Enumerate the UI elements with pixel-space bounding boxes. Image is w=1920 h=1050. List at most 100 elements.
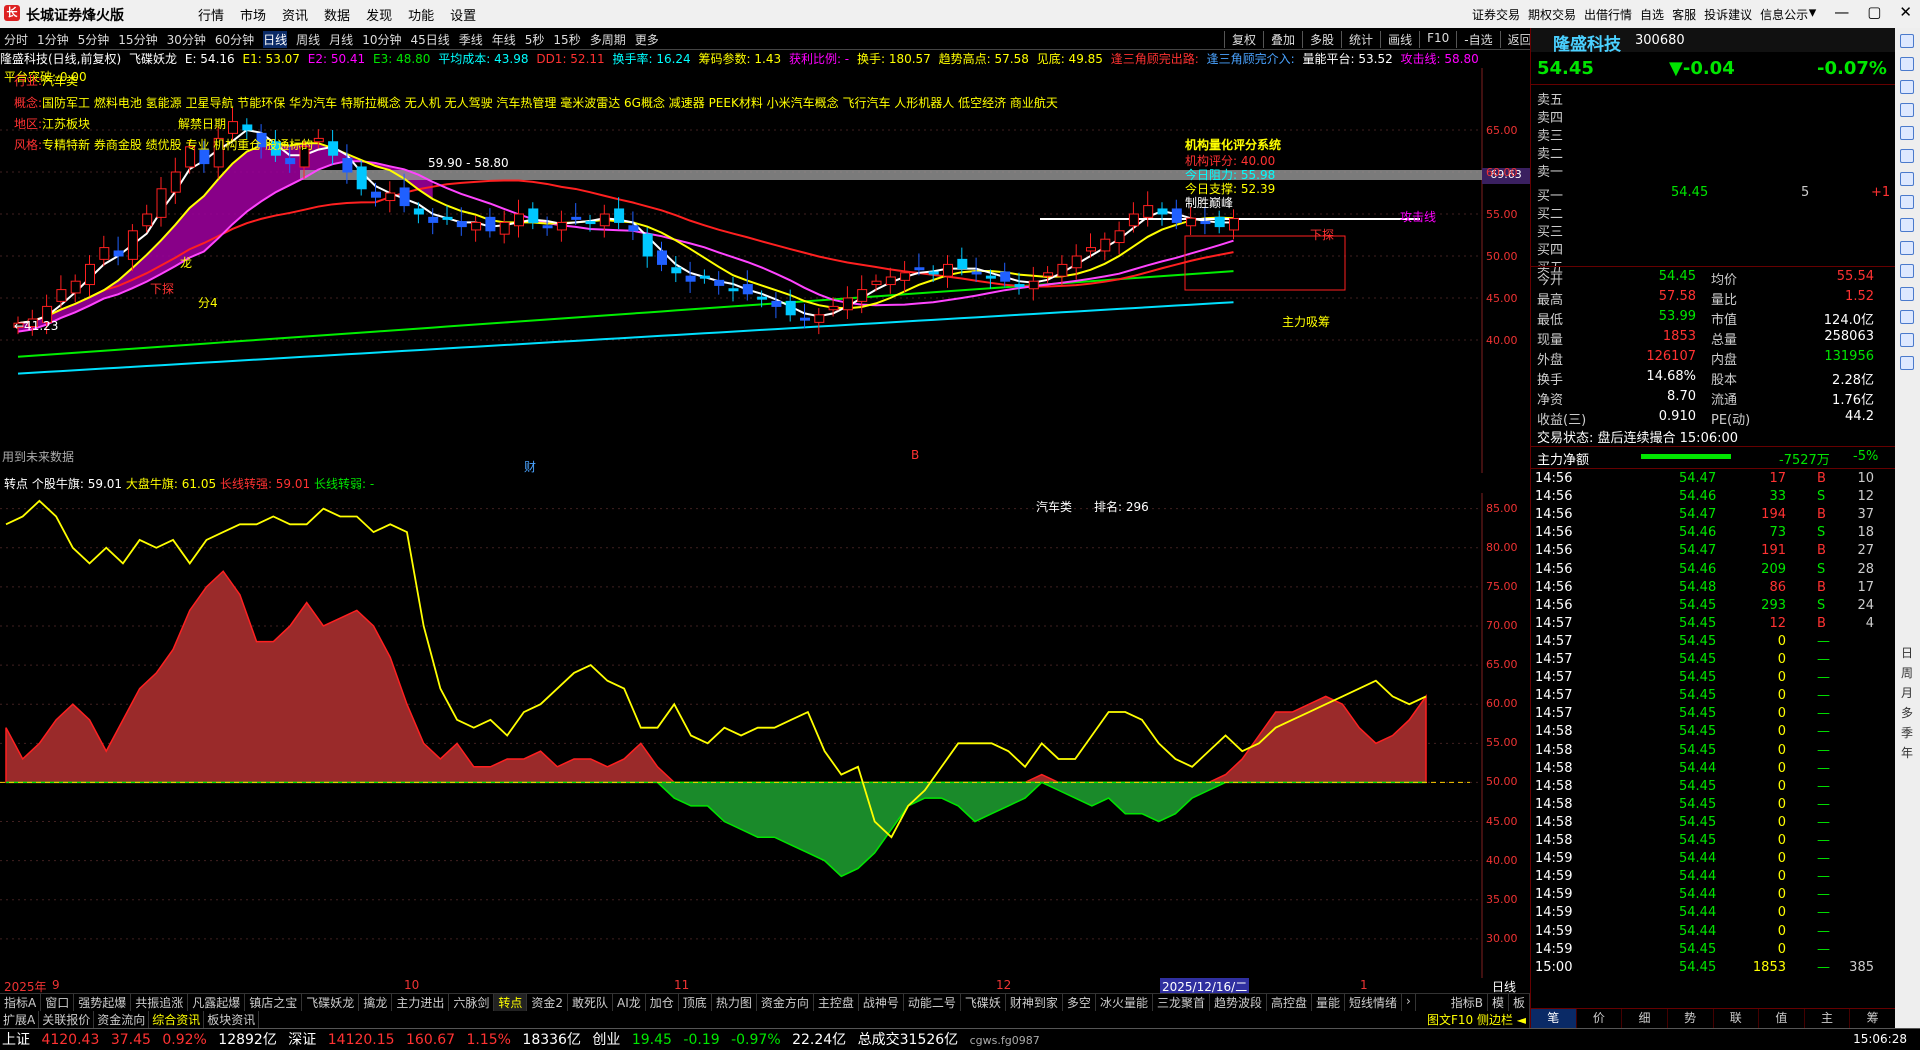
indicator-tab[interactable]: 短线情绪 xyxy=(1345,994,1403,1011)
indicator-tab-right[interactable]: 板 xyxy=(1509,994,1530,1011)
period-tab[interactable]: 10分钟 xyxy=(362,31,401,48)
chevron-up-icon[interactable] xyxy=(1900,34,1914,48)
menu-settings[interactable]: 设置 xyxy=(450,5,476,24)
period-tab[interactable]: 5秒 xyxy=(525,31,545,48)
period-tab[interactable]: 45日线 xyxy=(410,31,449,48)
menu-watchlist[interactable]: 自选 xyxy=(1640,6,1664,23)
maximize-icon[interactable]: ▢ xyxy=(1867,3,1881,21)
indicator-tab[interactable]: 指标A xyxy=(0,994,42,1011)
indicator-tab[interactable]: 资金方向 xyxy=(757,994,814,1011)
indicator-tab[interactable]: 热力图 xyxy=(712,994,757,1011)
info-icon[interactable] xyxy=(1900,172,1914,186)
period-tab[interactable]: 1分钟 xyxy=(37,31,69,48)
sidebar-toggle[interactable]: 图文F10 侧边栏 ◄ xyxy=(1424,1011,1530,1028)
sz-label[interactable]: 深证 xyxy=(288,1032,316,1048)
indicator-tab[interactable]: 主力进出 xyxy=(392,994,450,1011)
side-period-button[interactable]: 季 xyxy=(1901,724,1913,741)
detail-tab[interactable]: 细 xyxy=(1622,1009,1668,1028)
menu-data[interactable]: 数据 xyxy=(324,5,350,24)
indicator-name[interactable]: 飞碟妖龙 xyxy=(129,52,177,66)
list-icon[interactable] xyxy=(1900,103,1914,117)
chart-tool-button[interactable]: -自选 xyxy=(1456,31,1499,48)
indicator-tab[interactable]: 加仓 xyxy=(646,994,679,1011)
menu-quotes[interactable]: 行情 xyxy=(198,5,224,24)
indicator-tab[interactable]: 动能二号 xyxy=(904,994,961,1011)
close-icon[interactable]: ✕ xyxy=(1899,3,1912,21)
chart-tool-button[interactable]: F10 xyxy=(1419,31,1456,48)
side-period-button[interactable]: 年 xyxy=(1901,744,1913,761)
indicator-tab-right[interactable]: 模 xyxy=(1488,994,1509,1011)
chart-tool-button[interactable]: 统计 xyxy=(1341,31,1380,48)
menu-service[interactable]: 客服 xyxy=(1672,6,1696,23)
arrow-icon[interactable] xyxy=(1900,356,1914,370)
period-tab[interactable]: 日线 xyxy=(263,31,288,48)
ask-level[interactable]: 卖四 xyxy=(1537,107,1563,126)
calc-icon[interactable] xyxy=(1900,149,1914,163)
indicator-tab[interactable]: 窗口 xyxy=(41,994,75,1011)
move-icon[interactable] xyxy=(1900,310,1914,324)
detail-tab[interactable]: 筹 xyxy=(1850,1009,1896,1028)
indicator-tab[interactable]: 凡露起爆 xyxy=(188,994,246,1011)
indicator-tab[interactable]: 财神到家 xyxy=(1006,994,1063,1011)
chart-tool-button[interactable]: 叠加 xyxy=(1263,31,1302,48)
period-tab[interactable]: 更多 xyxy=(635,31,659,48)
menu-discover[interactable]: 发现 xyxy=(366,5,392,24)
extension-tab[interactable]: 资金流向 xyxy=(94,1011,150,1028)
grid-icon[interactable] xyxy=(1900,57,1914,71)
indicator-tab[interactable]: 高控盘 xyxy=(1267,994,1312,1011)
chart-tool-button[interactable]: 复权 xyxy=(1224,31,1263,48)
menu-disclosure[interactable]: 信息公示 xyxy=(1760,6,1808,23)
indicator-tab[interactable]: 主控盘 xyxy=(814,994,859,1011)
menu-functions[interactable]: 功能 xyxy=(408,5,434,24)
bid-level[interactable]: 买三 xyxy=(1531,221,1896,240)
side-period-button[interactable]: 多 xyxy=(1901,704,1913,721)
extension-tab[interactable]: 综合资讯 xyxy=(149,1011,205,1028)
tick-list[interactable]: 14:56 54.47 17 B 10 14:56 54.46 33 S 12 14:56 54.47… xyxy=(1531,468,1896,1028)
indicator-tab-right[interactable]: 指标B xyxy=(1447,994,1488,1011)
bid-level[interactable]: 买四 xyxy=(1531,239,1896,258)
ask-level[interactable]: 卖二 xyxy=(1537,143,1563,162)
indicator-tab[interactable]: 转点 xyxy=(494,994,528,1011)
indicator-tab[interactable]: 共振追涨 xyxy=(131,994,189,1011)
chart-tool-button[interactable]: 多股 xyxy=(1302,31,1341,48)
menu-trade[interactable]: 证券交易 xyxy=(1472,6,1520,23)
f10-icon[interactable] xyxy=(1900,195,1914,209)
side-period-button[interactable]: 周 xyxy=(1901,664,1913,681)
period-tab[interactable]: 15秒 xyxy=(553,31,580,48)
indicator-tab[interactable]: 三龙聚首 xyxy=(1153,994,1210,1011)
detail-tab[interactable]: 势 xyxy=(1668,1009,1714,1028)
bid-level[interactable]: 买一 54.45 5 +1 xyxy=(1531,185,1896,204)
indicator-tab[interactable]: 镇店之宝 xyxy=(245,994,303,1011)
period-tab[interactable]: 年线 xyxy=(492,31,516,48)
extension-tab[interactable]: 关联报价 xyxy=(39,1011,95,1028)
period-tab[interactable]: 月线 xyxy=(329,31,353,48)
indicator-tab[interactable]: 量能 xyxy=(1312,994,1346,1011)
bell-icon[interactable] xyxy=(1900,333,1914,347)
indicator-tab[interactable]: 顶底 xyxy=(679,994,712,1011)
chart-tool-button[interactable]: 画线 xyxy=(1380,31,1419,48)
sub-indicator-chart[interactable]: 汽车类 排名: 296 85.00 80.00 75.00 70.00 65.00 60.… xyxy=(0,493,1530,978)
detail-tab[interactable]: 值 xyxy=(1759,1009,1805,1028)
extension-tab[interactable]: 扩展A xyxy=(0,1011,40,1028)
chart-icon[interactable] xyxy=(1900,80,1914,94)
bid-level[interactable]: 买二 xyxy=(1531,203,1896,222)
news-icon[interactable] xyxy=(1900,126,1914,140)
cy-label[interactable]: 创业 xyxy=(592,1032,620,1048)
doc-icon[interactable] xyxy=(1900,241,1914,255)
ask-level[interactable]: 卖三 xyxy=(1537,125,1563,144)
period-tab[interactable]: 30分钟 xyxy=(167,31,206,48)
finance-marker[interactable]: 财 xyxy=(524,458,536,475)
period-tab[interactable]: 60分钟 xyxy=(215,31,254,48)
menu-news[interactable]: 资讯 xyxy=(282,5,308,24)
sh-label[interactable]: 上证 xyxy=(2,1032,30,1048)
stock-title[interactable]: 隆盛科技(日线,前复权) xyxy=(0,52,121,66)
detail-tab[interactable]: 笔 xyxy=(1531,1009,1577,1028)
menu-complaint[interactable]: 投诉建议 xyxy=(1704,6,1752,23)
detail-tab[interactable]: 联 xyxy=(1714,1009,1760,1028)
period-tab[interactable]: 5分钟 xyxy=(78,31,110,48)
minimize-icon[interactable]: — xyxy=(1834,3,1849,21)
period-tab[interactable]: 周线 xyxy=(296,31,320,48)
indicator-tab[interactable]: 多空 xyxy=(1063,994,1096,1011)
period-tab[interactable]: 多周期 xyxy=(590,31,626,48)
side-period-button[interactable]: 月 xyxy=(1901,684,1913,701)
